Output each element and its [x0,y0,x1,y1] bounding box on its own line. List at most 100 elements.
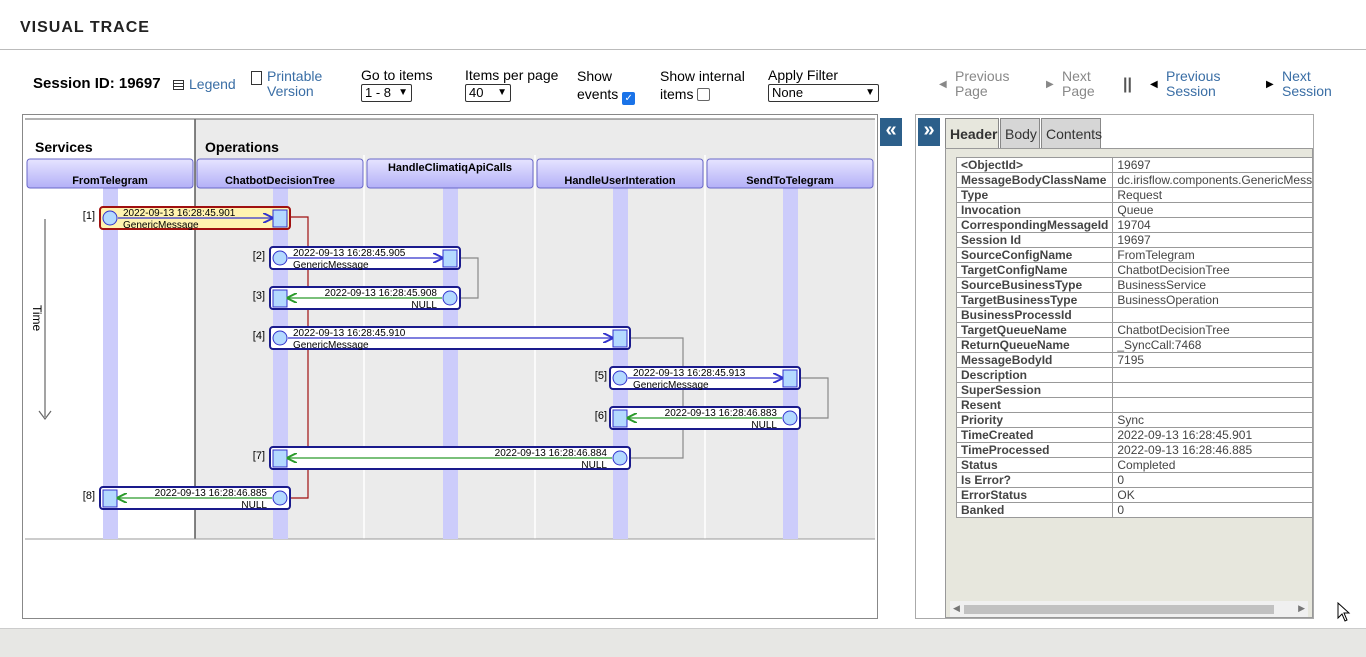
message-8[interactable]: [8] 2022-09-13 16:28:46.885 NULL [83,486,291,511]
triangle-right-icon: ▶ [1046,79,1054,90]
column-header-chatbotdecisiontree[interactable]: ChatbotDecisionTree [196,158,364,189]
horizontal-scrollbar[interactable]: ◀ ▶ [950,601,1308,617]
column-header-handleuserinteration[interactable]: HandleUserInteration [536,158,704,189]
property-key: Session Id [955,232,1114,248]
ipp-label: Items per page [465,67,559,83]
property-row: SourceBusinessType BusinessService [955,277,1312,293]
property-value: 2022-09-13 16:28:46.885 [1112,442,1312,458]
message-3-label: NULL [411,300,437,311]
property-value: 19697 [1112,157,1312,173]
show-events-checkbox[interactable]: ✓ [622,92,636,105]
toolbar: Session ID: 19697 Legend Printable Versi… [0,60,1366,108]
next-page-label-2: Page [1062,83,1095,99]
property-value: 7195 [1112,352,1312,368]
show-events-label-1: Show [577,68,613,84]
printable-version-link[interactable]: Printable Version [251,69,322,99]
expand-panel-button[interactable]: » [918,118,940,146]
property-row: TimeProcessed 2022-09-13 16:28:46.885 [955,442,1312,458]
property-row: <ObjectId> 19697 [955,157,1312,173]
property-row: SourceConfigName FromTelegram [955,247,1312,263]
printable-label-2: Version [267,83,314,99]
message-7-label: NULL [581,460,607,471]
property-row: Status Completed [955,457,1312,473]
property-value: BusinessService [1112,277,1312,293]
message-8-label: NULL [241,500,267,511]
show-events: Show events ✓ [577,67,636,105]
property-value: 19704 [1112,217,1312,233]
legend-label: Legend [189,76,236,92]
previous-session-button[interactable]: ◀ Previous Session [1150,69,1220,99]
column-header-handleclimatiqapicalls[interactable]: HandleClimatiqApiCalls [366,158,534,189]
previous-page-label-1: Previous [955,68,1010,84]
chevron-down-icon: ▼ [865,87,875,98]
collapse-diagram-button[interactable]: « [880,118,902,146]
message-4-index: [4] [253,330,265,342]
property-key: CorrespondingMessageId [955,217,1114,233]
message-3[interactable]: [3] 2022-09-13 16:28:45.908 NULL [253,286,461,311]
property-key: ReturnQueueName [955,337,1114,353]
property-value: FromTelegram [1112,247,1312,263]
property-key: SuperSession [955,382,1114,398]
message-6-index: [6] [595,410,607,422]
message-2-index: [2] [253,250,265,262]
property-value: BusinessOperation [1112,292,1312,308]
filter-select[interactable]: None ▼ [768,84,879,102]
session-id: Session ID: 19697 [33,75,161,92]
property-key: Type [955,187,1114,203]
column-header-fromtelegram[interactable]: FromTelegram [26,158,194,189]
property-key: TimeProcessed [955,442,1114,458]
message-1[interactable]: [1] 2022-09-13 16:28:45.901 GenericMessa… [83,206,291,231]
property-row: Banked 0 [955,502,1312,518]
property-row: CorrespondingMessageId 19704 [955,217,1312,233]
property-key: Is Error? [955,472,1114,488]
property-value: 0 [1112,502,1312,518]
property-value: ChatbotDecisionTree [1112,322,1312,338]
message-4-time: 2022-09-13 16:28:45.910 [293,328,406,339]
tab-body[interactable]: Body [1000,118,1040,148]
column-header-sendtotelegram[interactable]: SendToTelegram [706,158,874,189]
legend-link[interactable]: Legend [173,76,236,92]
column-handleuserinteration: HandleUserInteration [564,175,676,187]
message-1-index: [1] [83,210,95,222]
property-key: SourceBusinessType [955,277,1114,293]
time-label: Time [30,305,44,332]
scrollbar-thumb[interactable] [964,605,1274,614]
tab-contents[interactable]: Contents [1041,118,1102,148]
property-key: <ObjectId> [955,157,1114,173]
property-key: Resent [955,397,1114,413]
property-row: TargetQueueName ChatbotDecisionTree [955,322,1312,338]
next-session-button[interactable]: ▶ Next Session [1266,69,1332,99]
document-icon [251,71,262,85]
show-internal-checkbox[interactable] [697,88,711,101]
property-row: ReturnQueueName _SyncCall:7468 [955,337,1312,353]
property-key: Status [955,457,1114,473]
property-row: SuperSession [955,382,1312,398]
message-8-index: [8] [83,490,95,502]
chevron-down-icon: ▼ [398,87,408,98]
message-4[interactable]: [4] 2022-09-13 16:28:45.910 GenericMessa… [253,326,631,351]
message-6-label: NULL [751,420,777,431]
properties-table: <ObjectId> 19697 MessageBodyClassName dc.ir… [955,157,1312,518]
next-session-label-2: Session [1282,83,1332,99]
scroll-right-icon[interactable]: ▶ [1298,603,1305,614]
message-2[interactable]: [2] 2022-09-13 16:28:45.905 GenericMessa… [253,246,461,271]
tab-header[interactable]: Header [945,118,999,148]
message-6[interactable]: [6] 2022-09-13 16:28:46.883 NULL [595,406,801,431]
ipp-select[interactable]: 40 ▼ [465,84,511,102]
property-row: Is Error? 0 [955,472,1312,488]
previous-page-button[interactable]: ◀ Previous Page [939,69,1009,99]
show-internal-label-2: items [660,86,694,102]
goto-select[interactable]: 1 - 8 ▼ [361,84,412,102]
printable-label-1: Printable [267,68,323,84]
triangle-left-icon: ◀ [1150,79,1158,90]
previous-session-label-1: Previous [1166,68,1221,84]
next-page-button[interactable]: ▶ Next Page [1046,69,1095,99]
property-key: Priority [955,412,1114,428]
property-row: TargetBusinessType BusinessOperation [955,292,1312,308]
triangle-right-icon: ▶ [1266,79,1274,90]
column-sendtotelegram: SendToTelegram [746,175,834,187]
message-7[interactable]: [7] 2022-09-13 16:28:46.884 NULL [253,446,631,471]
property-value: ChatbotDecisionTree [1112,262,1312,278]
message-5[interactable]: [5] 2022-09-13 16:28:45.913 GenericMessa… [595,366,801,391]
scroll-left-icon[interactable]: ◀ [953,603,960,614]
